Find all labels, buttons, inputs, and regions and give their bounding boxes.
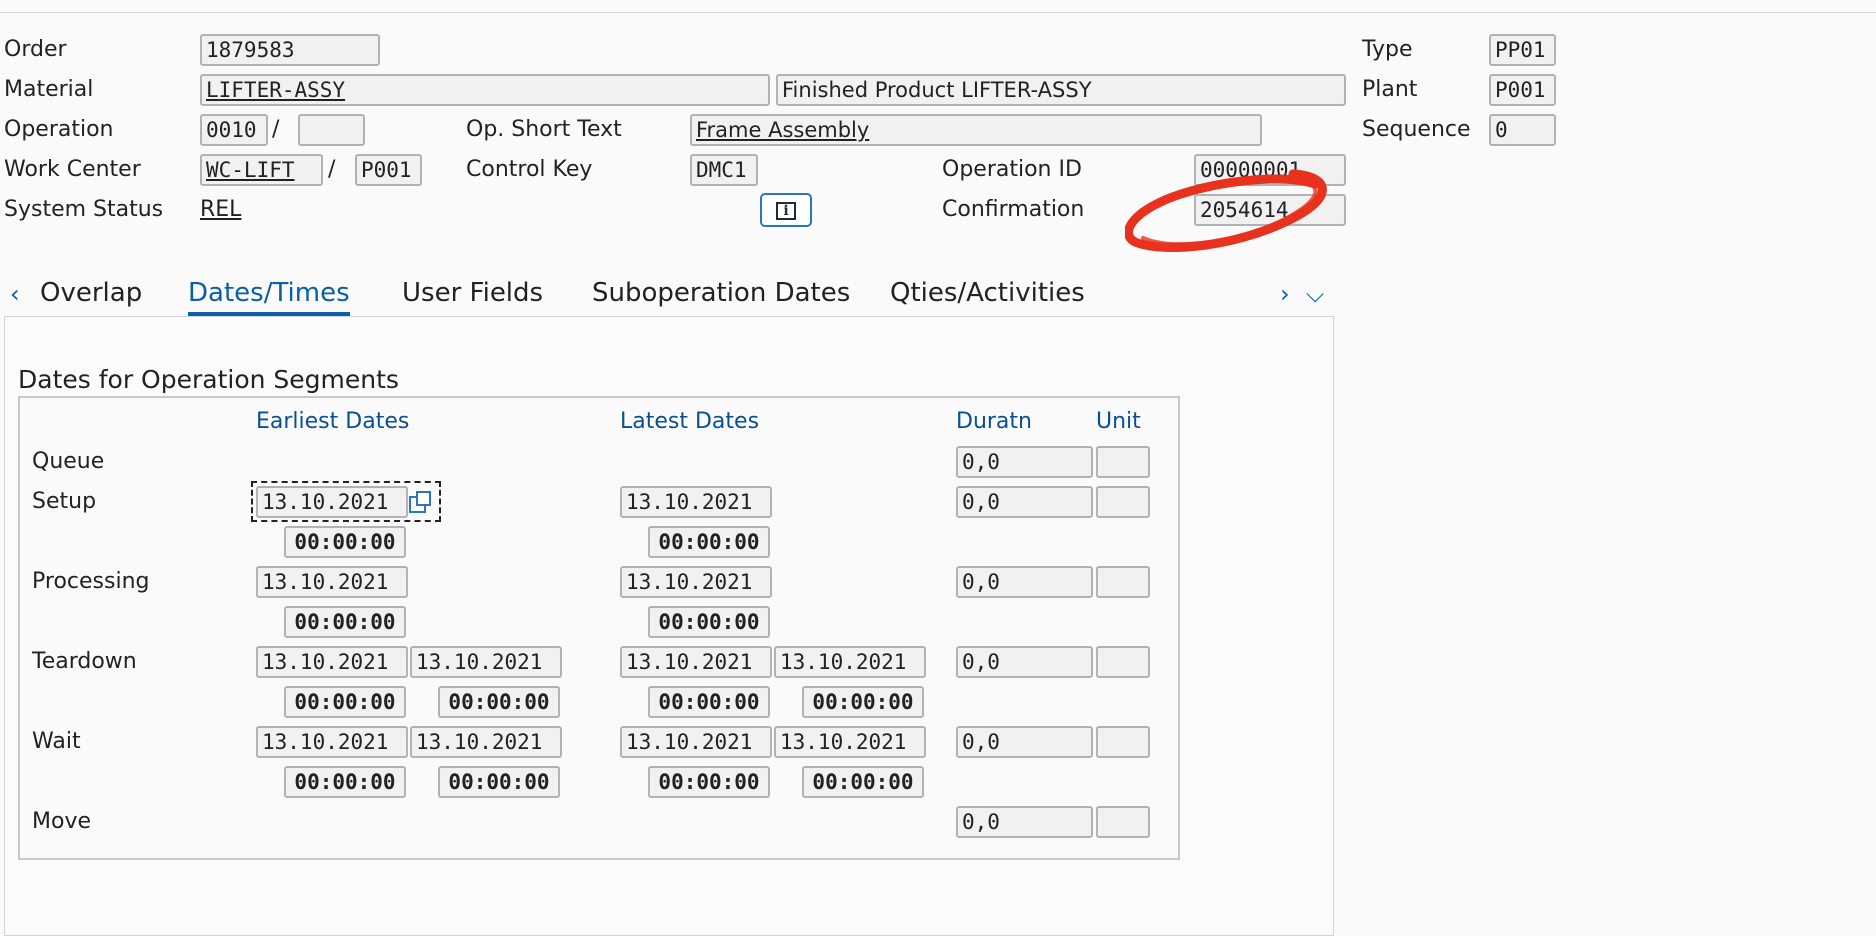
teardown-latest-end-time-field[interactable]: 00:00:00 (802, 686, 924, 718)
work-center-plant-field[interactable]: P001 (355, 154, 422, 186)
order-field[interactable]: 1879583 (200, 34, 380, 66)
wait-earliest-end-date-field[interactable]: 13.10.2021 (410, 726, 562, 758)
move-duration-field[interactable]: 0,0 (956, 806, 1093, 838)
teardown-latest-start-time-field[interactable]: 00:00:00 (648, 686, 770, 718)
suboperation-field[interactable] (298, 114, 365, 146)
duration-header: Duratn (956, 409, 1032, 434)
value-help-icon[interactable] (409, 491, 431, 513)
wait-latest-start-date-field[interactable]: 13.10.2021 (620, 726, 772, 758)
tab-dates-times[interactable]: Dates/Times (188, 276, 350, 310)
type-label: Type (1362, 37, 1413, 62)
tab-suboperation-dates[interactable]: Suboperation Dates (592, 276, 850, 310)
setup-earliest-time-field[interactable]: 00:00:00 (284, 526, 406, 558)
row-label-move: Move (32, 809, 91, 834)
operation-field[interactable]: 0010 (200, 114, 268, 146)
tab-overlap[interactable]: Overlap (40, 276, 142, 310)
sequence-label: Sequence (1362, 117, 1471, 142)
tab-qties-activities[interactable]: Qties/Activities (890, 276, 1085, 310)
move-unit-field[interactable] (1096, 806, 1150, 838)
plant-label: Plant (1362, 77, 1418, 102)
wait-latest-end-date-field[interactable]: 13.10.2021 (774, 726, 926, 758)
control-key-label: Control Key (466, 157, 593, 182)
row-label-setup: Setup (32, 489, 97, 514)
wait-earliest-end-time-field[interactable]: 00:00:00 (438, 766, 560, 798)
row-label-wait: Wait (32, 729, 81, 754)
teardown-earliest-end-time-field[interactable]: 00:00:00 (438, 686, 560, 718)
red-annotation-circle (1125, 169, 1327, 253)
unit-header: Unit (1096, 409, 1141, 434)
sequence-field[interactable]: 0 (1489, 114, 1556, 146)
processing-latest-date-field[interactable]: 13.10.2021 (620, 566, 772, 598)
wait-earliest-start-date-field[interactable]: 13.10.2021 (256, 726, 408, 758)
info-icon: i (776, 202, 796, 220)
earliest-dates-header: Earliest Dates (256, 409, 410, 434)
row-label-processing: Processing (32, 569, 150, 594)
latest-dates-header: Latest Dates (620, 409, 760, 434)
confirmation-label: Confirmation (942, 197, 1085, 222)
order-label: Order (4, 37, 67, 62)
system-status-link[interactable]: REL (200, 196, 241, 224)
teardown-earliest-start-date-field[interactable]: 13.10.2021 (256, 646, 408, 678)
row-label-queue: Queue (32, 449, 105, 474)
teardown-latest-start-date-field[interactable]: 13.10.2021 (620, 646, 772, 678)
op-short-text-field[interactable]: Frame Assembly (690, 114, 1262, 146)
op-short-text-label: Op. Short Text (466, 117, 622, 142)
work-center-field[interactable]: WC-LIFT (200, 154, 323, 186)
wait-latest-end-time-field[interactable]: 00:00:00 (802, 766, 924, 798)
wait-earliest-start-time-field[interactable]: 00:00:00 (284, 766, 406, 798)
tabs-more-icon[interactable]: ⌵ (1306, 280, 1324, 308)
system-status-label: System Status (4, 197, 164, 222)
setup-latest-time-field[interactable]: 00:00:00 (648, 526, 770, 558)
processing-earliest-date-field[interactable]: 13.10.2021 (256, 566, 408, 598)
tabs-scroll-right-icon[interactable]: › (1280, 280, 1290, 308)
wait-duration-field[interactable]: 0,0 (956, 726, 1093, 758)
teardown-earliest-end-date-field[interactable]: 13.10.2021 (410, 646, 562, 678)
control-key-field[interactable]: DMC1 (690, 154, 758, 186)
teardown-earliest-start-time-field[interactable]: 00:00:00 (284, 686, 406, 718)
status-info-button[interactable]: i (760, 193, 812, 227)
teardown-unit-field[interactable] (1096, 646, 1150, 678)
row-label-teardown: Teardown (32, 649, 137, 674)
plant-field[interactable]: P001 (1489, 74, 1556, 106)
teardown-duration-field[interactable]: 0,0 (956, 646, 1093, 678)
wait-unit-field[interactable] (1096, 726, 1150, 758)
material-field[interactable]: LIFTER-ASSY (200, 74, 770, 106)
work-center-separator: / (328, 157, 336, 182)
teardown-latest-end-date-field[interactable]: 13.10.2021 (774, 646, 926, 678)
setup-duration-field[interactable]: 0,0 (956, 486, 1093, 518)
processing-duration-field[interactable]: 0,0 (956, 566, 1093, 598)
tab-user-fields[interactable]: User Fields (402, 276, 543, 310)
operation-separator: / (272, 117, 280, 142)
operation-id-label: Operation ID (942, 157, 1082, 182)
type-field[interactable]: PP01 (1489, 34, 1556, 66)
tabs-scroll-left-icon[interactable]: ‹ (10, 280, 20, 308)
top-divider (0, 12, 1876, 13)
setup-unit-field[interactable] (1096, 486, 1150, 518)
operation-label: Operation (4, 117, 114, 142)
work-center-label: Work Center (4, 157, 141, 182)
dates-group-title: Dates for Operation Segments (18, 365, 399, 394)
material-description-field[interactable]: Finished Product LIFTER-ASSY (776, 74, 1346, 106)
processing-earliest-time-field[interactable]: 00:00:00 (284, 606, 406, 638)
setup-latest-date-field[interactable]: 13.10.2021 (620, 486, 772, 518)
queue-unit-field[interactable] (1096, 446, 1150, 478)
setup-earliest-date-field[interactable]: 13.10.2021 (256, 486, 408, 518)
material-label: Material (4, 77, 94, 102)
queue-duration-field[interactable]: 0,0 (956, 446, 1093, 478)
wait-latest-start-time-field[interactable]: 00:00:00 (648, 766, 770, 798)
processing-latest-time-field[interactable]: 00:00:00 (648, 606, 770, 638)
processing-unit-field[interactable] (1096, 566, 1150, 598)
